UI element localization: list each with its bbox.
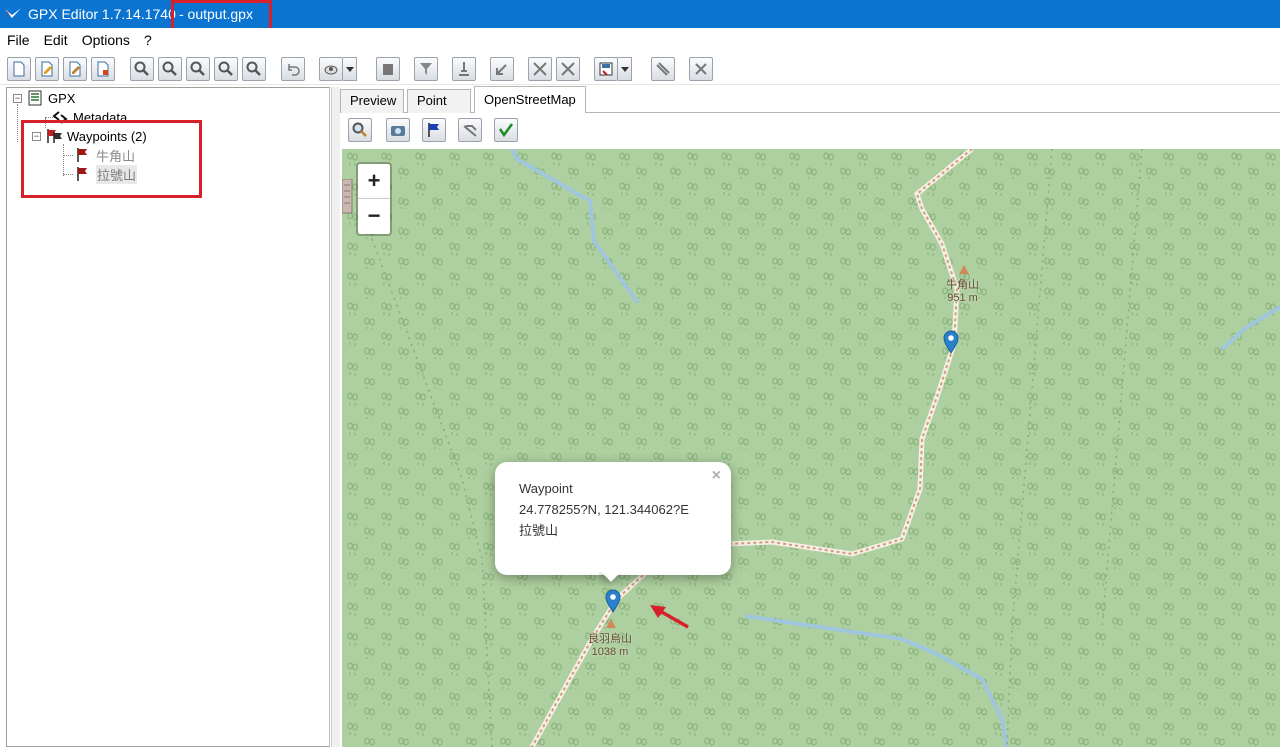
open-file-button[interactable] xyxy=(35,57,59,81)
peak-elevation: 1038 m xyxy=(591,646,629,658)
split-button[interactable] xyxy=(452,57,476,81)
flag-icon xyxy=(428,123,439,137)
delete-button[interactable] xyxy=(689,57,713,81)
map-edge-feature xyxy=(342,179,353,214)
map-zoom-control: + − xyxy=(356,162,392,236)
zoom-out-tool-button[interactable] xyxy=(158,57,182,81)
export-dropdown[interactable] xyxy=(618,57,632,81)
route-icon xyxy=(463,125,477,137)
gps-device-icon xyxy=(324,65,338,75)
cut-button[interactable] xyxy=(556,57,580,81)
new-file-icon xyxy=(13,61,25,77)
peak-label-2: 良羽烏山 1038 m xyxy=(588,633,632,659)
peak-elevation: 951 m xyxy=(947,292,978,304)
waypoint-marker-1[interactable] xyxy=(943,330,959,354)
tree-label-gpx: GPX xyxy=(48,90,76,106)
main-toolbar xyxy=(0,53,1280,85)
magnifier-flag-icon xyxy=(246,61,261,76)
app-window: GPX Editor 1.7.14.1740 - output.gpx File… xyxy=(0,0,1280,747)
map-track-button[interactable] xyxy=(494,118,518,142)
panel-splitter[interactable] xyxy=(331,87,340,747)
peak-label-1: 牛角山 951 m xyxy=(946,279,979,305)
tree-connector xyxy=(17,104,18,142)
track-check-icon xyxy=(498,123,514,138)
magnifier-icon xyxy=(134,61,149,76)
reverse-button[interactable] xyxy=(490,57,514,81)
red-arrow-annotation xyxy=(650,605,689,629)
map-add-waypoint-button[interactable] xyxy=(422,118,446,142)
cut-icon xyxy=(561,62,575,76)
tab-openstreetmap[interactable]: OpenStreetMap xyxy=(474,86,586,114)
close-icon xyxy=(695,63,707,75)
popup-waypoint-name: 拉號山 xyxy=(519,523,559,538)
gpx-file-icon xyxy=(28,90,42,106)
gps-device-dropdown[interactable] xyxy=(343,57,357,81)
filter-icon xyxy=(420,63,432,75)
tab-point-list[interactable]: Point list xyxy=(407,89,471,130)
zoom-out-button[interactable]: − xyxy=(358,199,390,234)
save-file-button[interactable] xyxy=(91,57,115,81)
magnifier-icon xyxy=(352,122,367,137)
zoom-in-button[interactable]: + xyxy=(358,164,390,199)
map-toolbar xyxy=(340,113,1280,148)
osm-map[interactable]: + − 牛角山 951 m 良羽烏山 1038 m × Waypoint 24.… xyxy=(342,149,1280,747)
magnifier-icon xyxy=(190,61,205,76)
window-title: GPX Editor 1.7.14.1740 xyxy=(28,6,176,22)
gps-device-button[interactable] xyxy=(319,57,343,81)
magnifier-icon xyxy=(218,61,233,76)
export-button[interactable] xyxy=(594,57,618,81)
export-icon xyxy=(599,62,613,76)
popup-close-button[interactable]: × xyxy=(712,467,721,485)
edit-file-icon xyxy=(69,61,81,77)
menu-file[interactable]: File xyxy=(0,29,37,51)
map-background xyxy=(342,149,1280,747)
open-file-icon xyxy=(41,61,53,77)
new-file-button[interactable] xyxy=(7,57,31,81)
track-tool-button[interactable] xyxy=(651,57,675,81)
map-screenshot-button[interactable] xyxy=(386,118,410,142)
view-tabs: Preview Point list OpenStreetMap xyxy=(340,86,1280,130)
copy-icon xyxy=(383,64,393,75)
map-search-button[interactable] xyxy=(348,118,372,142)
edit-file-button[interactable] xyxy=(63,57,87,81)
zoom-in-tool-button[interactable] xyxy=(130,57,154,81)
gpx-app-icon xyxy=(5,8,21,19)
merge-button[interactable] xyxy=(528,57,552,81)
menu-options[interactable]: Options xyxy=(75,29,137,51)
peak-name: 牛角山 xyxy=(946,279,979,291)
camera-icon xyxy=(391,126,405,136)
waypoint-marker-2[interactable] xyxy=(605,589,621,613)
menu-bar: File Edit Options ? xyxy=(0,28,1280,52)
track-icon xyxy=(656,62,670,76)
copy-button[interactable] xyxy=(376,57,400,81)
popup-title: Waypoint xyxy=(519,481,573,496)
merge-icon xyxy=(533,62,547,76)
split-icon xyxy=(459,62,469,76)
popup-tip xyxy=(599,572,623,586)
undo-icon xyxy=(288,64,300,76)
menu-edit[interactable]: Edit xyxy=(37,29,75,51)
magnifier-icon xyxy=(162,61,177,76)
zoom-fit-tool-button[interactable] xyxy=(186,57,210,81)
undo-button[interactable] xyxy=(281,57,305,81)
menu-help[interactable]: ? xyxy=(137,29,159,51)
map-route-button[interactable] xyxy=(458,118,482,142)
zoom-area-tool-button[interactable] xyxy=(242,57,266,81)
highlight-waypoints-box xyxy=(21,120,202,198)
save-file-icon xyxy=(97,61,109,77)
filter-button[interactable] xyxy=(414,57,438,81)
reverse-icon xyxy=(496,64,507,75)
zoom-selection-tool-button[interactable] xyxy=(214,57,238,81)
popup-content: Waypoint 24.778255?N, 121.344062?E 拉號山 xyxy=(519,478,689,541)
peak-name: 良羽烏山 xyxy=(588,633,632,645)
popup-coordinates: 24.778255?N, 121.344062?E xyxy=(519,502,689,517)
tree-node-gpx[interactable]: − GPX xyxy=(13,89,75,107)
waypoint-popup: × Waypoint 24.778255?N, 121.344062?E 拉號山 xyxy=(495,462,731,575)
collapse-icon[interactable]: − xyxy=(13,93,22,103)
tab-preview[interactable]: Preview xyxy=(340,89,404,113)
